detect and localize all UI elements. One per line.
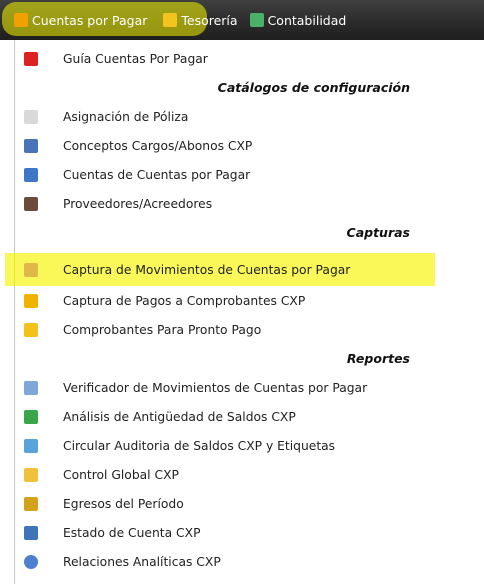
menu-item-egresos[interactable]: Egresos del Período <box>15 489 484 518</box>
ledger-icon <box>14 13 28 27</box>
lightning-icon <box>24 322 38 337</box>
coins-stack-icon <box>24 496 38 511</box>
tab-cuentas-por-pagar[interactable]: Cuentas por Pagar <box>14 0 147 40</box>
menu-item-captura-movimientos[interactable]: Captura de Movimientos de Cuentas por Pa… <box>15 255 484 284</box>
menu-item-label: Captura de Movimientos de Cuentas por Pa… <box>63 262 351 277</box>
menu-item-label: Cuentas de Cuentas por Pagar <box>63 167 251 182</box>
book-icon <box>24 138 38 153</box>
menu-item-estado-cuenta[interactable]: Estado de Cuenta CXP <box>15 518 484 547</box>
section-header-label: Catálogos de configuración <box>217 80 410 95</box>
menu-item-label: Conceptos Cargos/Abonos CXP <box>63 138 253 153</box>
menu-item-label: Análisis de Antigüedad de Saldos CXP <box>63 409 296 424</box>
menu-item-captura-pagos[interactable]: Captura de Pagos a Comprobantes CXP <box>15 286 484 315</box>
menu-item-conceptos[interactable]: Conceptos Cargos/Abonos CXP <box>15 131 484 160</box>
menu-item-label: Guía Cuentas Por Pagar <box>63 51 208 66</box>
section-header-label: Reportes <box>346 351 410 366</box>
menu-item-antiguedad-saldos[interactable]: Análisis de Antigüedad de Saldos CXP <box>15 402 484 431</box>
menu-item-circular-auditoria[interactable]: Circular Auditoria de Saldos CXP y Etiqu… <box>15 431 484 460</box>
menu-item-label: Relaciones Analíticas CXP <box>63 554 221 569</box>
menu-item-asignacion-poliza[interactable]: Asignación de Póliza <box>15 102 484 131</box>
tab-label: Tesorería <box>181 12 238 28</box>
section-header-catalogos: Catálogos de configuración <box>15 73 484 102</box>
menu-item-label: Control Global CXP <box>63 467 179 482</box>
copy-icon <box>24 380 38 395</box>
tab-contabilidad[interactable]: Contabilidad <box>249 0 347 40</box>
edit-note-icon <box>24 262 38 277</box>
menu-item-cuentas[interactable]: Cuentas de Cuentas por Pagar <box>15 160 484 189</box>
pdf-icon <box>24 51 38 66</box>
accounting-icon <box>249 13 264 27</box>
menu-item-comprobantes-pronto-pago[interactable]: Comprobantes Para Pronto Pago <box>15 315 484 344</box>
menu-item-label: Comprobantes Para Pronto Pago <box>63 322 262 337</box>
menu-item-verificador[interactable]: Verificador de Movimientos de Cuentas po… <box>15 373 484 402</box>
menu-item-control-global[interactable]: Control Global CXP <box>15 460 484 489</box>
menu-item-relaciones-analiticas[interactable]: Relaciones Analíticas CXP <box>15 547 484 576</box>
menu-item-label: Egresos del Período <box>63 496 184 511</box>
menu-item-label: Verificador de Movimientos de Cuentas po… <box>63 380 368 395</box>
tab-label: Cuentas por Pagar <box>32 12 148 28</box>
menu-item-label: Circular Auditoria de Saldos CXP y Etiqu… <box>63 438 336 453</box>
tab-tesoreria[interactable]: Tesorería <box>163 0 238 40</box>
arrow-icon <box>24 438 38 453</box>
coins-icon <box>163 13 178 27</box>
coins-add-icon <box>24 293 38 308</box>
top-menubar: Cuentas por Pagar Tesorería Contabilidad <box>0 0 484 40</box>
menu-item-label: Proveedores/Acreedores <box>63 196 213 211</box>
dropdown-menu: Guía Cuentas Por Pagar Catálogos de conf… <box>5 40 484 584</box>
section-header-label: Capturas <box>346 225 410 240</box>
user-icon <box>24 196 38 211</box>
tab-label: Contabilidad <box>267 12 347 28</box>
report-edit-icon <box>24 525 38 540</box>
menu-item-label: Asignación de Póliza <box>63 109 189 124</box>
pie-chart-icon <box>24 554 38 569</box>
dollar-icon <box>24 409 38 424</box>
section-header-capturas: Capturas <box>15 218 484 247</box>
ledger-book-icon <box>24 167 38 182</box>
menu-item-guia[interactable]: Guía Cuentas Por Pagar <box>15 44 484 73</box>
grid-icon <box>24 109 38 124</box>
menu-item-label: Estado de Cuenta CXP <box>63 525 201 540</box>
folder-icon <box>24 467 38 482</box>
menu-item-label: Captura de Pagos a Comprobantes CXP <box>63 293 306 308</box>
menu-item-proveedores[interactable]: Proveedores/Acreedores <box>15 189 484 218</box>
section-header-reportes: Reportes <box>15 344 484 373</box>
